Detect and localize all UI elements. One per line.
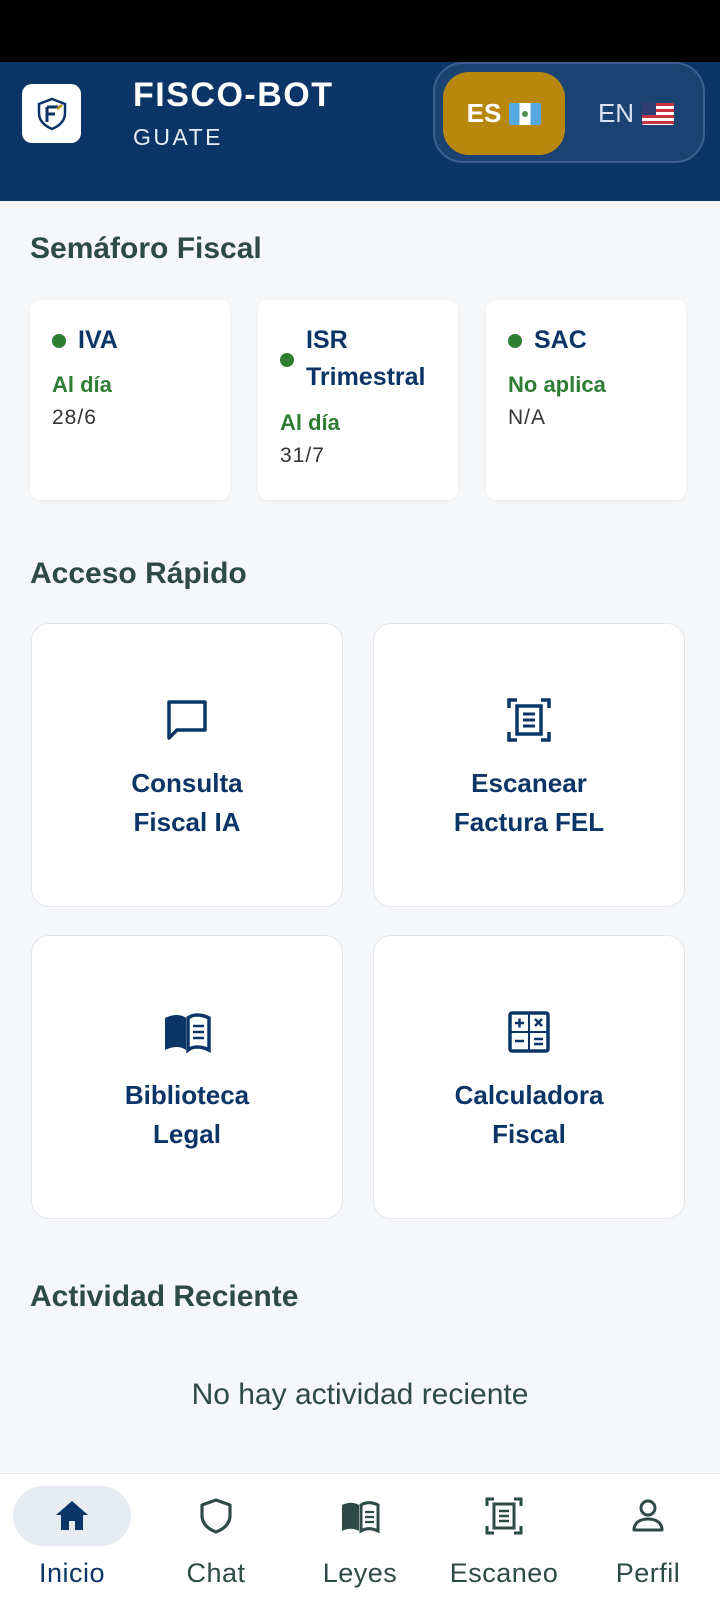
quick-card-label: Escanear Factura FEL — [394, 764, 664, 842]
quick-consulta-fiscal-button[interactable]: Consulta Fiscal IA — [31, 623, 343, 907]
quick-card-label: Biblioteca Legal — [52, 1076, 322, 1154]
nav-label: Chat — [186, 1558, 246, 1588]
document-scanner-icon — [485, 1497, 523, 1535]
shield-icon — [200, 1498, 232, 1534]
book-icon — [165, 1013, 211, 1054]
person-icon — [632, 1499, 664, 1532]
nav-item-escaneo[interactable]: Escaneo — [432, 1474, 576, 1600]
quick-card-label-line1: Biblioteca — [124, 1080, 250, 1110]
quick-escanear-factura-button[interactable]: Escanear Factura FEL — [373, 623, 685, 907]
nav-item-inicio[interactable]: Inicio — [0, 1474, 144, 1600]
status-card-isr[interactable]: ISR Trimestral Al día 31/7 — [258, 300, 458, 500]
quick-access-title: Acceso Rápido — [30, 557, 247, 590]
quick-card-label-line1: Calculadora — [454, 1080, 604, 1110]
quick-card-label-line2: Factura FEL — [453, 807, 605, 837]
status-card-date: 28/6 — [52, 406, 97, 429]
quick-card-label: Calculadora Fiscal — [394, 1076, 664, 1154]
status-card-iva[interactable]: IVA Al día 28/6 — [30, 300, 230, 500]
quick-card-label-line2: Fiscal IA — [133, 807, 241, 837]
status-card-name-line2: Trimestral — [306, 363, 426, 391]
nav-label: Escaneo — [449, 1558, 559, 1588]
chat-bubble-icon — [167, 700, 207, 740]
nav-item-chat[interactable]: Chat — [144, 1474, 288, 1600]
guatemala-flag-icon — [509, 102, 542, 125]
language-en-label: EN — [597, 98, 635, 128]
nav-item-leyes[interactable]: Leyes — [288, 1474, 432, 1600]
recent-activity-empty-text: No hay actividad reciente — [191, 1378, 529, 1411]
quick-card-label: Consulta Fiscal IA — [52, 764, 322, 842]
language-en-button[interactable]: EN — [575, 72, 697, 155]
home-icon — [56, 1501, 88, 1530]
status-card-name: IVA — [78, 326, 118, 354]
status-dot-icon — [508, 334, 522, 348]
calculator-icon — [508, 1011, 550, 1053]
bottom-nav: Inicio Chat Leyes Escaneo Perfil — [0, 1473, 720, 1600]
fisco-logo-icon — [22, 84, 81, 143]
language-es-button[interactable]: ES — [443, 72, 565, 155]
quick-calculadora-fiscal-button[interactable]: Calculadora Fiscal — [373, 935, 685, 1219]
app-subtitle: GUATE — [133, 124, 224, 150]
nav-label: Leyes — [322, 1558, 398, 1588]
status-card-date: 31/7 — [280, 444, 325, 467]
nav-label: Perfil — [615, 1558, 681, 1588]
status-card-name-line1: ISR — [306, 326, 348, 354]
status-card-date: N/A — [508, 406, 547, 429]
book-icon — [342, 1501, 380, 1534]
status-card-state: Al día — [280, 410, 340, 435]
nav-item-perfil[interactable]: Perfil — [576, 1474, 720, 1600]
quick-card-label-line2: Fiscal — [492, 1119, 566, 1149]
quick-card-label-line1: Escanear — [471, 768, 587, 798]
status-card-state: Al día — [52, 372, 112, 397]
status-card-name: SAC — [534, 326, 587, 354]
nav-label: Inicio — [38, 1558, 106, 1588]
app-header: FISCO-BOT GUATE ES EN — [0, 62, 720, 201]
status-card-sac[interactable]: SAC No aplica N/A — [486, 300, 686, 500]
quick-card-label-line1: Consulta — [131, 768, 243, 798]
document-scanner-icon — [507, 698, 551, 742]
status-dot-icon — [52, 334, 66, 348]
quick-card-label-line2: Legal — [153, 1119, 221, 1149]
language-es-label: ES — [466, 98, 502, 128]
app-title: FISCO-BOT — [133, 76, 334, 114]
status-card-state: No aplica — [508, 372, 606, 397]
status-dot-icon — [280, 353, 294, 367]
recent-activity-title: Actividad Reciente — [30, 1280, 299, 1313]
language-toggle: ES EN — [433, 62, 705, 163]
usa-flag-icon — [642, 102, 675, 125]
semaforo-title: Semáforo Fiscal — [30, 232, 262, 265]
system-status-bar — [0, 0, 720, 62]
quick-biblioteca-legal-button[interactable]: Biblioteca Legal — [31, 935, 343, 1219]
